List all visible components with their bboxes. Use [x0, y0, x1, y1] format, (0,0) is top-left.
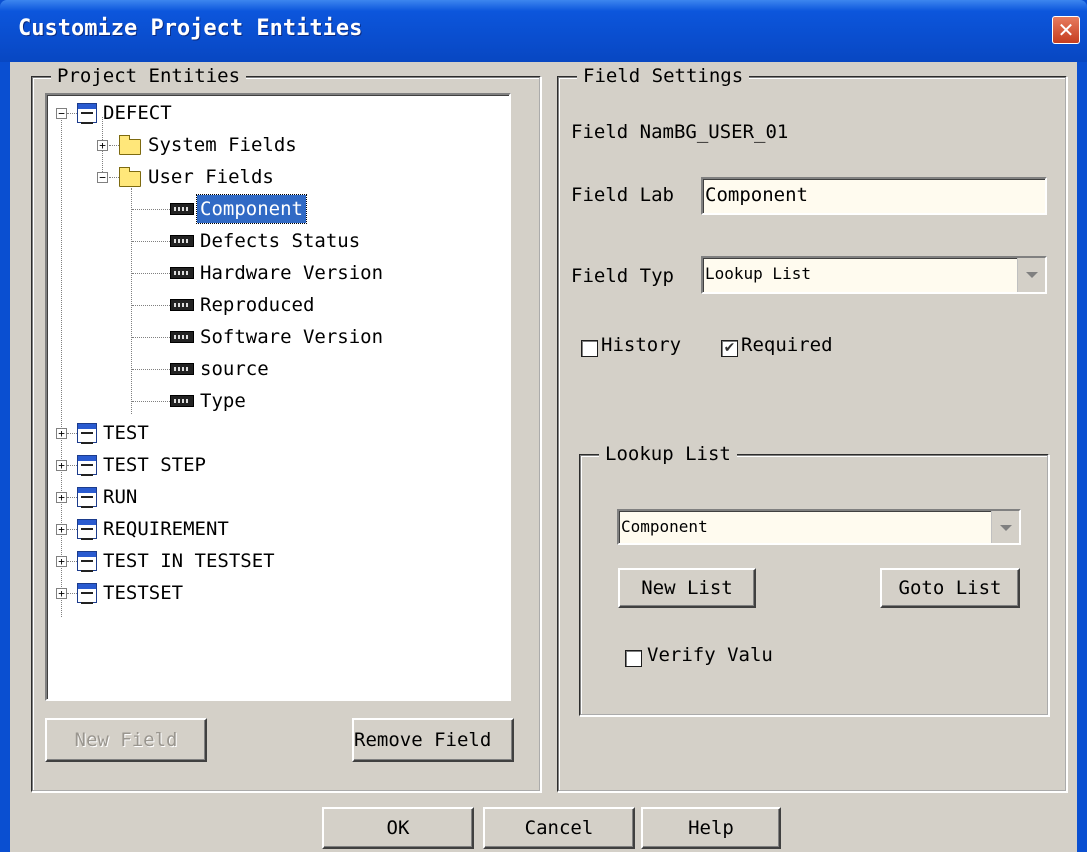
tree-connector	[109, 145, 119, 146]
collapse-icon[interactable]: −	[97, 172, 108, 183]
field-icon	[170, 235, 194, 247]
tree-connector	[67, 529, 77, 530]
ok-button[interactable]: OK	[322, 807, 474, 849]
field-type-value: Lookup List	[705, 264, 811, 283]
tree-connector	[132, 241, 170, 242]
field-settings-group: Field Settings Field NamBG_USER_01 Field…	[557, 65, 1067, 792]
entity-icon	[77, 519, 97, 540]
entity-icon	[77, 423, 97, 444]
expand-icon[interactable]: +	[56, 524, 67, 535]
cancel-button[interactable]: Cancel	[483, 807, 635, 849]
close-button[interactable]: ✕	[1052, 16, 1080, 44]
tree-connector	[67, 593, 77, 594]
tree-connector	[132, 369, 170, 370]
tree-label: Type	[200, 390, 246, 412]
expand-icon[interactable]: +	[56, 556, 67, 567]
tree-connector	[67, 113, 77, 114]
tree-label: RUN	[103, 486, 138, 508]
project-entities-legend: Project Entities	[51, 65, 247, 87]
help-button[interactable]: Help	[641, 807, 781, 849]
chevron-down-icon[interactable]	[1017, 258, 1045, 292]
field-icon	[170, 267, 194, 279]
tree-label: Component	[196, 194, 307, 224]
required-checkbox[interactable]: ✔	[721, 340, 738, 357]
lookup-list-group: Lookup List Component New List Goto List…	[579, 443, 1049, 716]
project-entities-group: Project Entities − DEFECT + System Field…	[31, 65, 541, 792]
entity-tree[interactable]: − DEFECT + System Fields − User Fields C…	[45, 93, 511, 701]
tree-connector	[132, 209, 170, 210]
tree-label: User Fields	[148, 166, 274, 188]
field-icon	[170, 395, 194, 407]
tree-connector	[61, 117, 62, 617]
folder-icon	[119, 135, 141, 155]
expand-icon[interactable]: +	[97, 140, 108, 151]
tree-label: DEFECT	[103, 102, 172, 124]
tree-connector	[132, 337, 170, 338]
tree-label: Hardware Version	[200, 262, 384, 284]
tree-label: source	[200, 358, 269, 380]
expand-icon[interactable]: +	[56, 428, 67, 439]
tree-label: TESTSET	[103, 582, 184, 604]
tree-connector	[132, 305, 170, 306]
field-label-label: Field Lab	[571, 184, 674, 206]
collapse-icon[interactable]: −	[56, 108, 67, 119]
field-icon	[170, 331, 194, 343]
field-name-value: BG_USER_01	[673, 121, 789, 143]
field-label-input[interactable]: Component	[701, 177, 1047, 215]
tree-connector	[67, 561, 77, 562]
tree-connector	[67, 497, 77, 498]
field-type-select[interactable]: Lookup List	[701, 256, 1047, 294]
entity-icon	[77, 487, 97, 508]
field-icon	[170, 203, 194, 215]
title-bar[interactable]: Customize Project Entities ✕	[0, 0, 1087, 62]
tree-label: Software Version	[200, 326, 384, 348]
tree-label: TEST	[103, 422, 149, 444]
tree-label: TEST STEP	[103, 454, 206, 476]
goto-list-button[interactable]: Goto List	[880, 568, 1020, 608]
expand-icon[interactable]: +	[56, 588, 67, 599]
field-name-label: Field NamBG_USER_01	[571, 121, 788, 143]
new-list-button[interactable]: New List	[618, 568, 756, 608]
expand-icon[interactable]: +	[56, 492, 67, 503]
entity-icon	[77, 583, 97, 604]
tree-label: System Fields	[148, 134, 297, 156]
tree-connector	[131, 188, 132, 414]
remove-field-button[interactable]: Remove Field	[352, 718, 514, 762]
chevron-down-icon[interactable]	[991, 511, 1019, 543]
tree-label: TEST IN TESTSET	[103, 550, 275, 572]
field-type-label: Field Typ	[571, 265, 674, 287]
history-checkbox[interactable]	[581, 340, 598, 357]
window-title: Customize Project Entities	[18, 16, 363, 41]
entity-icon	[77, 455, 97, 476]
tree-connector	[109, 177, 119, 178]
tree-connector	[132, 401, 170, 402]
tree-connector	[67, 433, 77, 434]
tree-label: Reproduced	[200, 294, 315, 316]
verify-value-label: Verify Valu	[647, 644, 773, 666]
new-field-button[interactable]: New Field	[45, 718, 207, 762]
close-icon: ✕	[1057, 18, 1075, 42]
tree-connector	[132, 273, 170, 274]
tree-label: REQUIREMENT	[103, 518, 229, 540]
folder-icon	[119, 167, 141, 187]
entity-icon	[77, 103, 97, 124]
lookup-list-legend: Lookup List	[599, 443, 737, 465]
field-name-caption: Field Nam	[571, 121, 674, 143]
expand-icon[interactable]: +	[56, 460, 67, 471]
dialog-window: Customize Project Entities ✕ Project Ent…	[0, 0, 1087, 852]
field-icon	[170, 299, 194, 311]
field-settings-legend: Field Settings	[577, 65, 750, 87]
dialog-body: Project Entities − DEFECT + System Field…	[10, 62, 1077, 852]
verify-value-checkbox[interactable]	[625, 650, 642, 667]
field-icon	[170, 363, 194, 375]
tree-connector	[67, 465, 77, 466]
lookup-list-select[interactable]: Component	[617, 509, 1021, 545]
history-label: History	[601, 334, 682, 356]
required-label: Required	[741, 334, 833, 356]
tree-label: Defects Status	[200, 230, 361, 252]
lookup-list-value: Component	[621, 517, 708, 536]
entity-icon	[77, 551, 97, 572]
